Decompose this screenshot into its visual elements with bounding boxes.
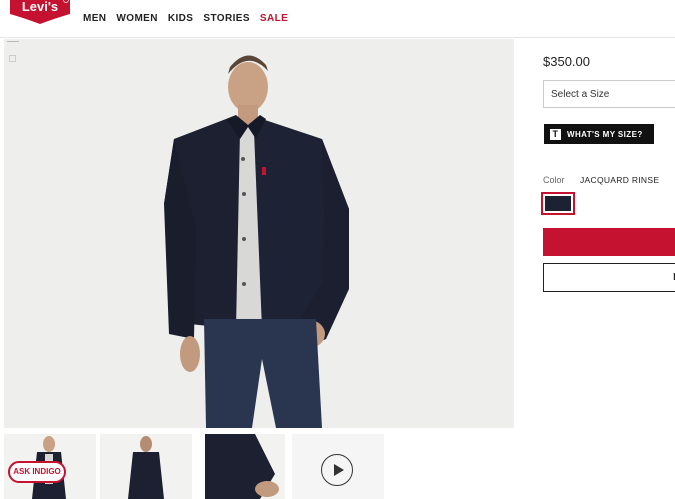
true-fit-icon: T [550,128,561,140]
svg-text:Levi's: Levi's [22,0,58,14]
size-select[interactable]: Select a Size [543,80,675,108]
nav-stories[interactable]: STORIES [203,13,250,24]
thumb-image [205,434,279,499]
find-in-store-button[interactable]: FI [543,263,675,292]
thumbnail-detail[interactable] [205,434,285,499]
main-nav: MEN WOMEN KIDS STORIES SALE [83,13,288,24]
nav-women[interactable]: WOMEN [116,13,157,24]
product-main-image[interactable] [4,39,514,428]
nav-sale[interactable]: SALE [260,13,288,24]
whats-my-size-button[interactable]: T WHAT'S MY SIZE? [544,124,654,144]
expand-icon[interactable] [9,55,16,62]
swatch-fill [545,196,571,211]
nav-men[interactable]: MEN [83,13,106,24]
nav-kids[interactable]: KIDS [168,13,194,24]
ask-indigo-chat-button[interactable]: ASK INDIGO [8,461,66,483]
zoom-icon[interactable] [7,41,19,45]
thumbnail-back[interactable] [100,434,192,499]
product-price: $350.00 [543,54,590,69]
thumb-image [128,436,164,499]
levis-logo[interactable]: Levi's [8,0,72,26]
model-illustration [164,55,349,428]
color-swatch-jacquard-rinse[interactable] [541,192,575,215]
color-name: JACQUARD RINSE [580,175,660,185]
add-to-bag-button[interactable]: A [543,228,675,256]
whats-my-size-label: WHAT'S MY SIZE? [567,129,643,139]
site-header: Levi's MEN WOMEN KIDS STORIES SALE [0,0,675,38]
play-icon[interactable] [321,454,353,486]
thumbnail-video[interactable] [292,434,384,499]
color-label: Color [543,175,565,185]
